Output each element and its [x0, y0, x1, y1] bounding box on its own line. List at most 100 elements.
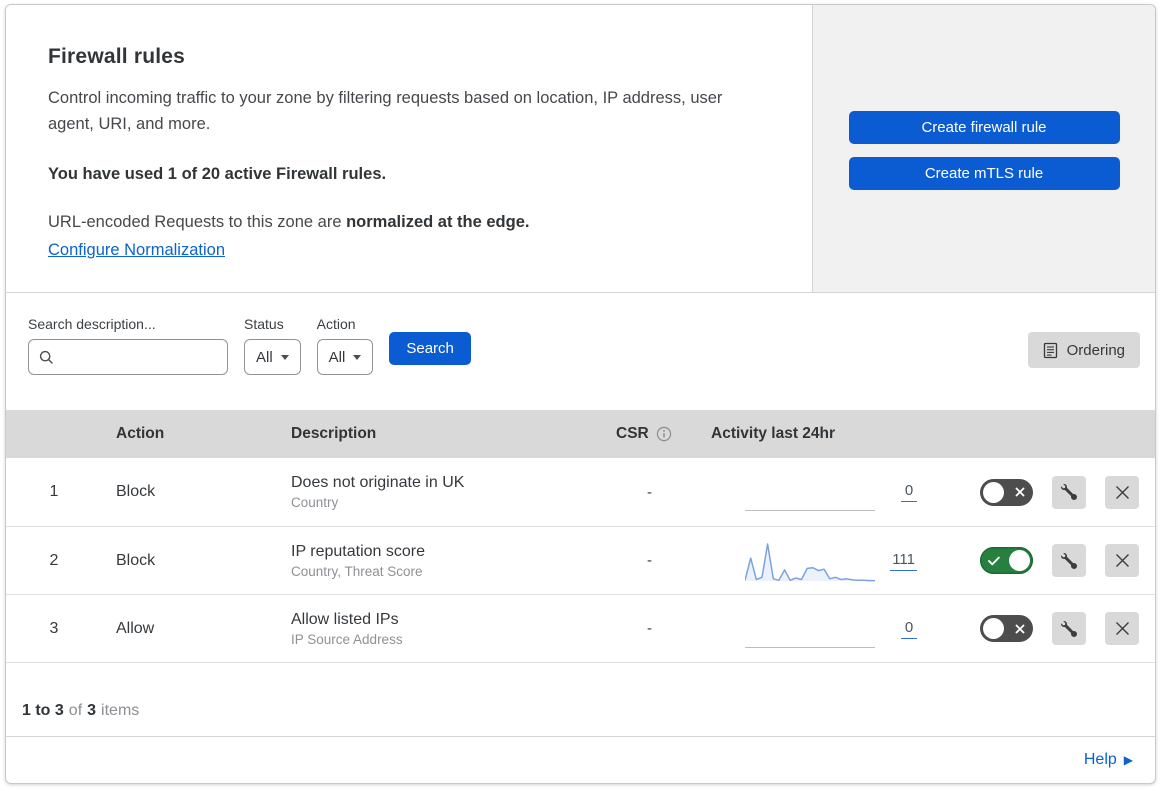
rule-csr: - [647, 552, 652, 569]
normalization-bold: normalized at the edge. [346, 213, 530, 231]
search-field-group: Search description... [28, 316, 228, 375]
search-input-wrapper [28, 339, 228, 375]
rule-controls [927, 612, 1155, 645]
rules-table-body: 1 Block Does not originate in UK Country… [6, 458, 1155, 662]
rule-fields: Country, Threat Score [291, 563, 423, 579]
activity-flatline [745, 470, 875, 514]
csr-label: CSR [616, 425, 649, 442]
search-input[interactable] [62, 348, 217, 366]
status-value: All [256, 348, 273, 366]
rule-csr: - [647, 620, 652, 637]
configure-normalization-link[interactable]: Configure Normalization [48, 241, 225, 259]
chevron-down-icon [353, 354, 362, 360]
edit-rule-button[interactable] [1052, 475, 1086, 509]
page-description: Control incoming traffic to your zone by… [48, 89, 723, 133]
search-button[interactable]: Search [389, 332, 471, 365]
normalization-text: URL-encoded Requests to this zone are no… [48, 213, 770, 232]
close-icon [1115, 553, 1130, 568]
create-mtls-rule-button[interactable]: Create mTLS rule [848, 157, 1120, 190]
toggle-check-icon [988, 556, 1000, 566]
status-filter-group: Status All [244, 316, 301, 375]
column-activity: Activity last 24hr [711, 425, 836, 442]
help-label: Help [1083, 751, 1117, 768]
items-range: 1 to 3 [22, 702, 64, 719]
table-row: 2 Block IP reputation score Country, Thr… [6, 526, 1155, 594]
rule-activity-cell: 0 [697, 607, 927, 651]
usage-summary: You have used 1 of 20 active Firewall ru… [48, 165, 387, 183]
action-select[interactable]: All [316, 339, 374, 375]
items-total: 3 [87, 702, 97, 719]
close-icon [1115, 621, 1130, 636]
toggle-knob [983, 481, 1004, 503]
help-link[interactable]: Help ▶ [1084, 751, 1133, 769]
rule-fields: Country [291, 495, 339, 510]
rule-enabled-toggle[interactable] [980, 615, 1033, 642]
table-header: Action Description CSR Activity last 24h… [6, 410, 1155, 458]
delete-rule-button[interactable] [1105, 612, 1139, 645]
filter-bar: Search description... Status All Action … [6, 293, 1155, 410]
rule-action: Block [116, 551, 156, 569]
page-title: Firewall rules [48, 45, 186, 68]
rule-description-cell: Does not originate in UK Country [277, 474, 602, 510]
status-select[interactable]: All [244, 339, 301, 375]
column-csr: CSR [602, 425, 697, 443]
actions-panel: Create firewall rule Create mTLS rule [812, 5, 1155, 292]
delete-rule-button[interactable] [1105, 544, 1139, 577]
activity-count-link[interactable]: 0 [901, 482, 917, 502]
normalization-prefix: URL-encoded Requests to this zone are [48, 213, 347, 231]
rule-priority: 2 [49, 551, 59, 569]
rule-description: IP reputation score [291, 542, 426, 560]
toggle-knob [1009, 550, 1030, 571]
arrow-right-icon: ▶ [1123, 753, 1133, 767]
wrench-icon [1061, 484, 1077, 500]
rule-description-cell: Allow listed IPs IP Source Address [277, 611, 602, 647]
activity-flatline [745, 607, 875, 651]
toggle-knob [983, 618, 1004, 639]
edit-rule-button[interactable] [1052, 612, 1086, 645]
rule-description-cell: IP reputation score Country, Threat Scor… [277, 543, 602, 579]
action-filter-group: Action All [316, 316, 374, 375]
rule-description: Does not originate in UK [291, 474, 465, 491]
activity-sparkline [745, 539, 875, 583]
action-label: Action [316, 316, 356, 332]
action-value: All [328, 348, 346, 366]
items-word: items [101, 702, 140, 719]
close-icon [1115, 485, 1130, 500]
help-bar: Help ▶ [6, 737, 1155, 783]
rule-csr: - [647, 483, 652, 501]
activity-count-link[interactable]: 111 [890, 551, 917, 571]
ordering-label: Ordering [1066, 341, 1125, 359]
rule-fields: IP Source Address [291, 631, 403, 647]
header-section: Firewall rules Control incoming traffic … [6, 5, 1155, 293]
delete-rule-button[interactable] [1105, 475, 1139, 509]
rule-priority: 1 [49, 483, 59, 500]
rule-enabled-toggle[interactable] [980, 478, 1033, 506]
rule-enabled-toggle[interactable] [980, 547, 1033, 574]
column-description: Description [291, 425, 377, 442]
activity-count-link[interactable]: 0 [901, 619, 917, 639]
search-label: Search description... [28, 316, 156, 332]
wrench-icon [1061, 552, 1077, 569]
rule-controls [927, 475, 1155, 509]
status-label: Status [244, 316, 284, 332]
firewall-rules-card: Firewall rules Control incoming traffic … [5, 4, 1156, 784]
ordering-list-icon [1043, 342, 1058, 359]
toggle-x-icon [1015, 487, 1025, 497]
rule-priority: 3 [49, 619, 59, 637]
toggle-x-icon [1015, 624, 1025, 634]
create-firewall-rule-button[interactable]: Create firewall rule [848, 111, 1120, 144]
items-of: of [68, 702, 83, 719]
edit-rule-button[interactable] [1052, 544, 1086, 577]
table-row: 1 Block Does not originate in UK Country… [6, 458, 1155, 526]
info-icon[interactable] [656, 426, 672, 442]
rule-action: Block [116, 483, 156, 500]
search-icon [39, 350, 54, 365]
intro-panel: Firewall rules Control incoming traffic … [6, 5, 812, 292]
table-row: 3 Allow Allow listed IPs IP Source Addre… [6, 594, 1155, 662]
wrench-icon [1061, 620, 1077, 637]
rule-controls [927, 544, 1155, 577]
rule-description: Allow listed IPs [291, 610, 399, 628]
chevron-down-icon [280, 354, 289, 360]
ordering-button[interactable]: Ordering [1027, 332, 1140, 368]
column-action: Action [116, 425, 165, 442]
